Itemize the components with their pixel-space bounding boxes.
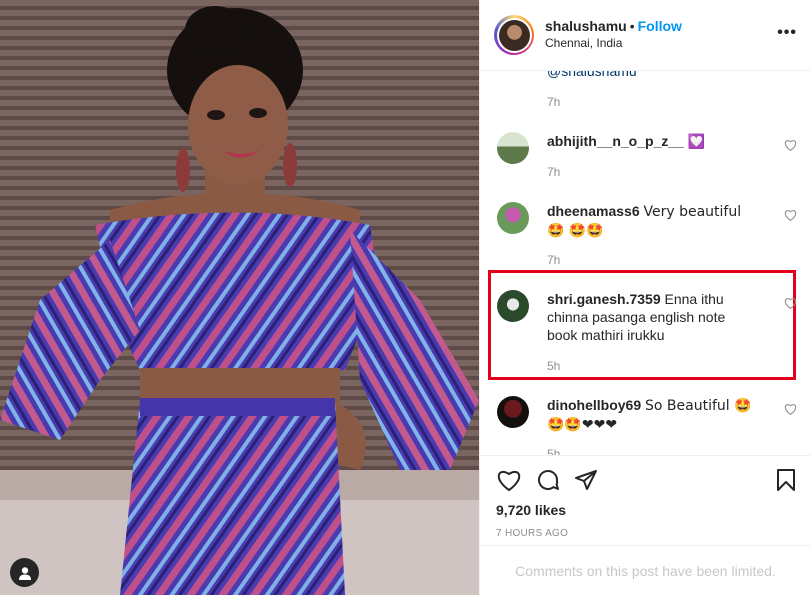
commenter-avatar[interactable] <box>497 132 529 164</box>
profile-username[interactable]: shalushamu <box>545 18 627 34</box>
commenter-avatar[interactable] <box>497 290 529 322</box>
comment-time: 7h <box>547 253 561 267</box>
share-icon[interactable] <box>574 468 598 497</box>
comment-text: shri.ganesh.7359 Enna ithu chinna pasang… <box>547 290 757 344</box>
bookmark-icon[interactable] <box>775 468 797 497</box>
commenter-avatar[interactable] <box>497 396 529 428</box>
commenter-username[interactable]: shri.ganesh.7359 <box>547 291 661 307</box>
post-image <box>0 0 479 595</box>
comment-text: abhijith__n_o_p_z__ 💟 <box>547 132 757 151</box>
commenter-username[interactable]: abhijith__n_o_p_z__ <box>547 133 684 149</box>
comment-item: abhijith__n_o_p_z__ 💟 <box>497 132 797 172</box>
comment-body: 💟 <box>687 134 706 150</box>
user-tag-icon[interactable] <box>10 558 39 587</box>
heart-icon[interactable] <box>784 296 797 314</box>
profile-avatar[interactable] <box>494 15 534 55</box>
commenter-avatar[interactable] <box>497 202 529 234</box>
comment-text: dinohellboy69 So Beautiful 🤩 🤩🤩❤❤❤ <box>547 396 757 434</box>
commenter-username[interactable]: dheenamass6 <box>547 203 640 219</box>
follow-button[interactable]: Follow <box>638 18 682 34</box>
comment-time: 5h <box>547 447 561 455</box>
comment-time: 7h <box>547 165 561 179</box>
comments-list[interactable]: @shalushamu 7h abhijith__n_o_p_z__ 💟 7h … <box>480 71 810 455</box>
comment-item: dinohellboy69 So Beautiful 🤩 🤩🤩❤❤❤ <box>497 396 797 436</box>
heart-icon[interactable] <box>784 402 797 420</box>
likes-count[interactable]: 9,720 likes <box>496 502 566 518</box>
location-link[interactable]: Chennai, India <box>545 35 682 52</box>
comment-time: 5h <box>547 359 561 373</box>
heart-icon[interactable] <box>784 208 797 226</box>
comment-item: shri.ganesh.7359 Enna ithu chinna pasang… <box>497 290 797 350</box>
comment-item: dheenamass6 Very beautiful 🤩 🤩🤩 <box>497 202 797 242</box>
separator-dot: • <box>629 18 635 34</box>
post-photo[interactable] <box>0 0 479 595</box>
comment-text: dheenamass6 Very beautiful 🤩 🤩🤩 <box>547 202 757 240</box>
post-side-panel: shalushamu • Follow Chennai, India ••• @sh… <box>479 0 810 595</box>
post-header: shalushamu • Follow Chennai, India ••• <box>480 0 810 71</box>
comment-icon[interactable] <box>536 468 560 497</box>
post-timestamp[interactable]: 7 HOURS AGO <box>496 528 568 539</box>
commenter-username[interactable]: dinohellboy69 <box>547 397 641 413</box>
comments-limited-notice: Comments on this post have been limited. <box>480 545 810 595</box>
post-actions: 9,720 likes 7 HOURS AGO <box>480 455 810 545</box>
comment-time: 7h <box>547 95 561 109</box>
heart-icon[interactable] <box>784 138 797 156</box>
mention-link[interactable]: @shalushamu <box>547 71 637 79</box>
like-heart-icon[interactable] <box>496 468 522 497</box>
more-options-icon[interactable]: ••• <box>777 25 797 41</box>
